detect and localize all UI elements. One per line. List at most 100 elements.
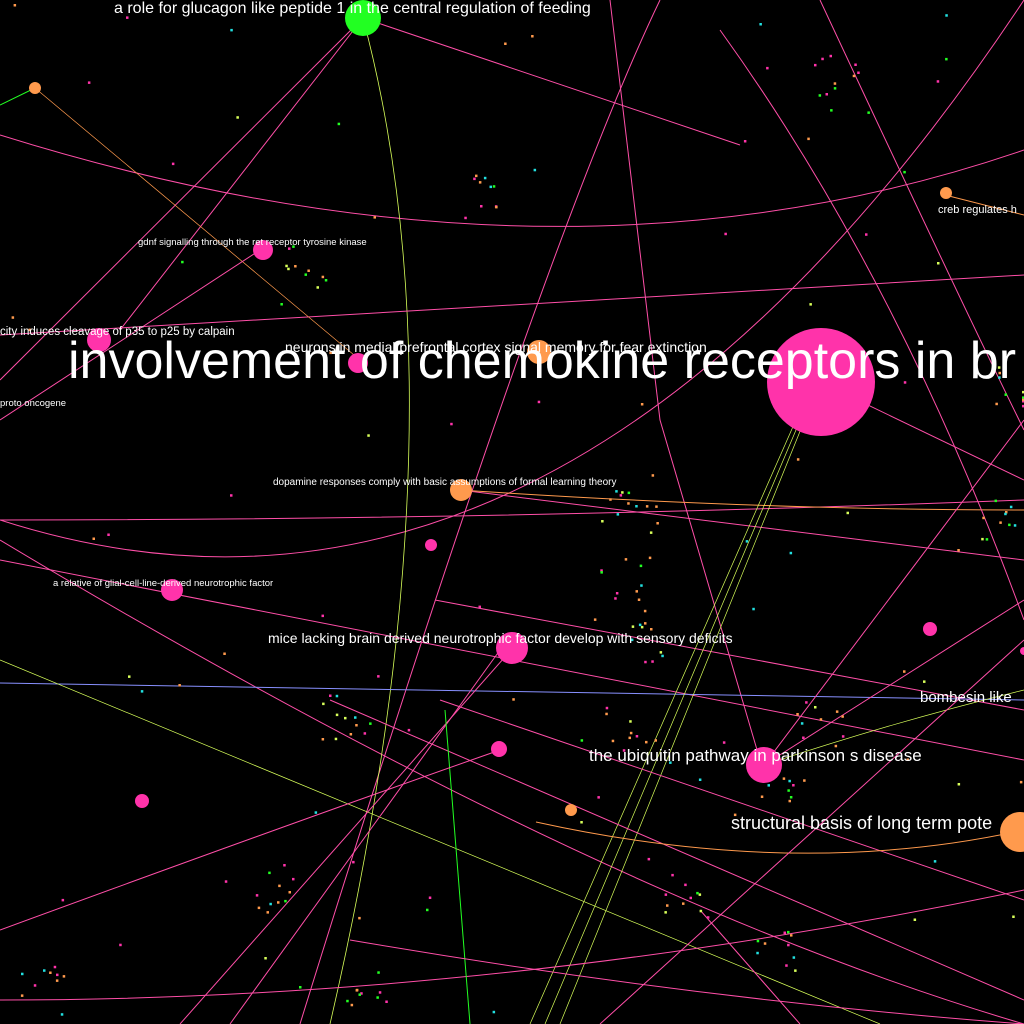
node-creb[interactable] bbox=[940, 187, 952, 199]
small-dot bbox=[597, 796, 600, 799]
small-dot bbox=[367, 434, 370, 437]
small-dot bbox=[659, 651, 663, 654]
small-dot bbox=[600, 571, 603, 574]
small-dot bbox=[640, 403, 644, 406]
small-dot bbox=[999, 521, 1002, 524]
graph-background bbox=[0, 0, 1024, 1024]
small-dot bbox=[635, 735, 639, 738]
small-dot bbox=[478, 605, 481, 609]
small-dot bbox=[43, 969, 46, 972]
node-small-magenta[interactable] bbox=[425, 539, 437, 551]
small-dot bbox=[800, 722, 804, 725]
small-dot bbox=[635, 505, 638, 508]
small-dot bbox=[373, 216, 376, 219]
label-glucagon[interactable]: a role for glucagon like peptide 1 in th… bbox=[114, 0, 591, 17]
small-dot bbox=[655, 505, 658, 508]
small-dot bbox=[236, 116, 239, 119]
small-dot bbox=[654, 739, 657, 742]
node-magenta-lower[interactable] bbox=[491, 741, 507, 757]
small-dot bbox=[629, 720, 632, 723]
small-dot bbox=[664, 911, 667, 914]
small-dot bbox=[621, 491, 624, 494]
label-creb[interactable]: creb regulates h bbox=[938, 204, 1017, 216]
small-dot bbox=[624, 558, 628, 561]
small-dot bbox=[635, 590, 638, 593]
small-dot bbox=[814, 706, 817, 709]
small-dot bbox=[346, 999, 349, 1003]
small-dot bbox=[277, 901, 280, 904]
small-dot bbox=[314, 811, 318, 814]
small-dot bbox=[661, 654, 664, 658]
small-dot bbox=[492, 1010, 496, 1014]
label-protooncogene[interactable]: proto oncogene bbox=[0, 398, 66, 409]
small-dot bbox=[627, 502, 630, 505]
small-dot bbox=[224, 880, 228, 883]
small-dot bbox=[483, 176, 487, 180]
small-dot bbox=[284, 899, 287, 903]
small-dot bbox=[995, 402, 998, 406]
small-dot bbox=[640, 625, 644, 629]
small-dot bbox=[344, 716, 347, 720]
small-dot bbox=[407, 728, 411, 732]
small-dot bbox=[321, 614, 324, 618]
small-dot bbox=[792, 784, 795, 787]
small-dot bbox=[794, 969, 797, 972]
small-dot bbox=[802, 736, 805, 739]
small-dot bbox=[982, 516, 985, 520]
small-dot bbox=[230, 494, 233, 497]
label-prefrontal[interactable]: neurons in medial prefrontal cortex sign… bbox=[285, 339, 707, 355]
small-dot bbox=[512, 698, 515, 701]
small-dot bbox=[304, 273, 307, 276]
small-dot bbox=[377, 971, 380, 974]
small-dot bbox=[651, 660, 654, 663]
small-dot bbox=[698, 778, 702, 781]
small-dot bbox=[615, 490, 618, 493]
small-dot bbox=[350, 1003, 354, 1007]
small-dot bbox=[671, 873, 674, 877]
label-bombesin[interactable]: bombesin like bbox=[920, 689, 1012, 706]
small-dot bbox=[981, 537, 984, 541]
small-dot bbox=[178, 684, 181, 687]
label-bdnf[interactable]: mice lacking brain derived neurotrophic … bbox=[268, 630, 733, 646]
small-dot bbox=[809, 303, 812, 306]
small-dot bbox=[283, 864, 286, 867]
label-glial[interactable]: a relative of glial-cell-line-derived ne… bbox=[53, 578, 273, 589]
small-dot bbox=[13, 4, 17, 7]
small-dot bbox=[788, 799, 791, 803]
small-dot bbox=[833, 87, 837, 90]
node-left-magenta[interactable] bbox=[135, 794, 149, 808]
small-dot bbox=[280, 303, 283, 306]
small-dot bbox=[385, 1000, 388, 1003]
small-dot bbox=[495, 205, 498, 209]
small-dot bbox=[480, 205, 483, 208]
small-dot bbox=[580, 739, 584, 742]
node-orange-lower[interactable] bbox=[565, 804, 577, 816]
small-dot bbox=[316, 286, 319, 289]
label-ltp[interactable]: structural basis of long term pote bbox=[731, 813, 992, 833]
small-dot bbox=[763, 942, 767, 945]
small-dot bbox=[696, 891, 699, 895]
label-gdnf[interactable]: gdnf signalling through the ret receptor… bbox=[138, 237, 367, 248]
small-dot bbox=[294, 265, 297, 268]
small-dot bbox=[478, 181, 482, 184]
small-dot bbox=[450, 422, 453, 426]
node-orange-left[interactable] bbox=[29, 82, 41, 94]
node-right-magenta[interactable] bbox=[923, 622, 937, 636]
small-dot bbox=[257, 906, 261, 910]
small-dot bbox=[829, 54, 832, 58]
small-dot bbox=[682, 902, 685, 905]
small-dot bbox=[724, 232, 727, 236]
label-dopamine[interactable]: dopamine responses comply with basic ass… bbox=[273, 477, 617, 488]
small-dot bbox=[230, 28, 233, 32]
small-dot bbox=[1009, 505, 1013, 509]
label-calpain[interactable]: city induces cleavage of p35 to p25 by c… bbox=[0, 326, 235, 338]
small-dot bbox=[107, 533, 110, 536]
small-dot bbox=[852, 74, 856, 78]
small-dot bbox=[49, 971, 52, 974]
small-dot bbox=[128, 675, 131, 678]
label-ubiquitin[interactable]: the ubiquitin pathway in parkinson s dis… bbox=[589, 746, 922, 765]
small-dot bbox=[821, 57, 824, 61]
small-dot bbox=[833, 82, 837, 85]
small-dot bbox=[268, 871, 271, 875]
small-dot bbox=[20, 994, 24, 997]
